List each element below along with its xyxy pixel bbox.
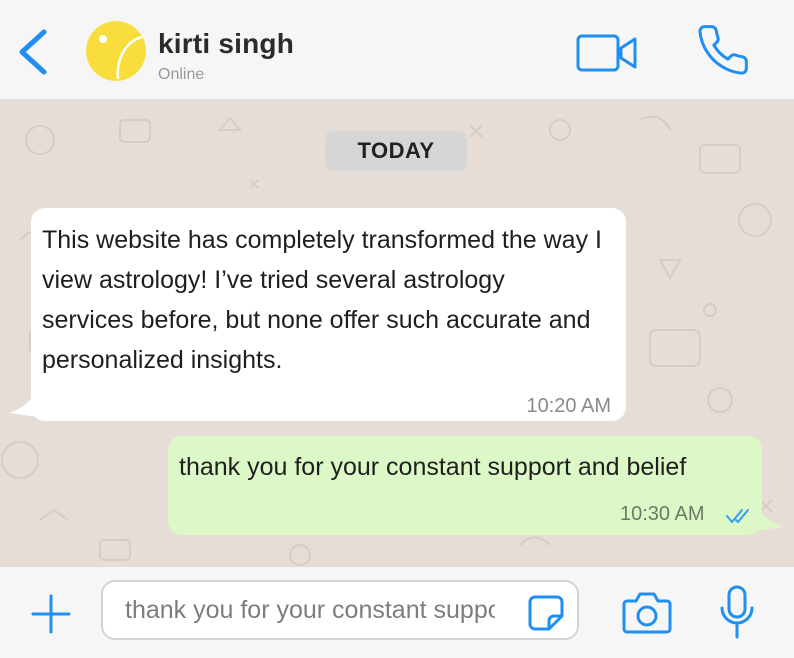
phone-icon [698, 25, 748, 75]
contact-status: Online [158, 66, 205, 83]
sticker-button[interactable] [527, 594, 565, 632]
contact-name[interactable]: kirti singh [158, 28, 294, 60]
avatar[interactable] [86, 21, 146, 81]
message-timestamp: 10:30 AM [620, 503, 705, 525]
message-input[interactable] [125, 590, 495, 630]
message-text: thank you for your constant support and … [179, 453, 687, 481]
video-call-button[interactable] [575, 33, 639, 73]
plus-icon [31, 594, 71, 634]
bubble-tail [754, 509, 784, 531]
message-composer [0, 566, 794, 658]
microphone-icon [720, 585, 754, 639]
message-timestamp: 10:20 AM [526, 395, 611, 417]
incoming-message-bubble[interactable]: This website has completely transformed … [9, 208, 626, 421]
message-text: This website has completely transformed … [42, 226, 602, 374]
message-input-container[interactable] [101, 580, 579, 640]
camera-button[interactable] [622, 589, 672, 635]
video-camera-icon [576, 34, 637, 72]
date-separator: TODAY [325, 131, 467, 171]
chat-header: kirti singh Online [0, 0, 794, 100]
bubble-tail [9, 395, 39, 417]
outgoing-message-bubble[interactable]: thank you for your constant support and … [168, 436, 784, 535]
chevron-left-icon [19, 29, 47, 75]
attach-button[interactable] [30, 593, 72, 635]
sticker-icon [528, 595, 564, 631]
double-check-icon [726, 509, 749, 523]
microphone-button[interactable] [718, 584, 756, 640]
chat-area[interactable]: TODAY This website has completely transf… [0, 100, 794, 566]
tennis-ball-avatar-icon [86, 21, 146, 81]
camera-icon [622, 592, 672, 634]
back-button[interactable] [14, 26, 54, 78]
voice-call-button[interactable] [695, 22, 751, 78]
